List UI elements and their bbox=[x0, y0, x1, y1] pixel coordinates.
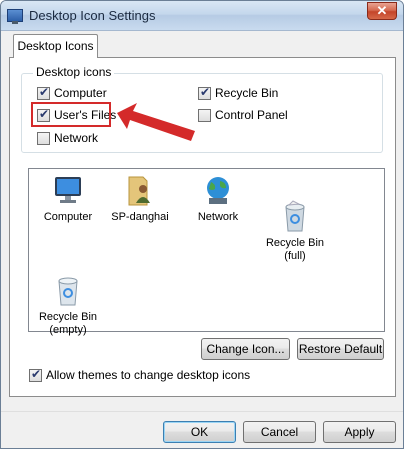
icon-label: Network bbox=[197, 211, 239, 223]
recycle-bin-empty-icon bbox=[51, 260, 85, 306]
dialog-window: Desktop Icon Settings ✕ Desktop Icons De… bbox=[0, 0, 404, 449]
computer-icon bbox=[51, 173, 85, 207]
checkbox-computer[interactable]: Computer bbox=[37, 85, 107, 101]
checkbox-box[interactable] bbox=[37, 131, 50, 145]
recycle-bin-full-icon bbox=[278, 186, 312, 232]
group-title: Desktop icons bbox=[33, 65, 115, 79]
icon-label: Recycle Bin (full) bbox=[265, 237, 325, 262]
checkbox-label: Control Panel bbox=[215, 108, 288, 122]
window-title: Desktop Icon Settings bbox=[29, 8, 156, 23]
footer-divider bbox=[1, 411, 403, 412]
apply-button[interactable]: Apply bbox=[323, 421, 396, 443]
ok-button[interactable]: OK bbox=[163, 421, 236, 443]
cancel-button[interactable]: Cancel bbox=[243, 421, 316, 443]
checkbox-allow-themes[interactable]: Allow themes to change desktop icons bbox=[29, 367, 250, 383]
network-globe-icon bbox=[201, 173, 235, 207]
list-item-recycle-bin-full[interactable]: Recycle Bin (full) bbox=[255, 173, 335, 276]
checkbox-label: Computer bbox=[54, 86, 107, 100]
icon-label: Computer bbox=[43, 211, 93, 223]
icon-label: SP-danghai bbox=[111, 211, 169, 223]
title-bar[interactable]: Desktop Icon Settings ✕ bbox=[1, 1, 403, 31]
list-item-network[interactable]: Network bbox=[178, 173, 258, 224]
checkbox-box[interactable] bbox=[198, 85, 211, 100]
checkbox-control-panel[interactable]: Control Panel bbox=[198, 107, 288, 123]
checkbox-box[interactable] bbox=[37, 85, 50, 100]
annotation-arrow-icon bbox=[117, 103, 195, 141]
user-folder-icon bbox=[123, 173, 157, 207]
restore-default-button[interactable]: Restore Default bbox=[297, 338, 384, 360]
close-button[interactable]: ✕ bbox=[367, 2, 397, 20]
checkbox-network[interactable]: Network bbox=[37, 130, 98, 146]
tab-desktop-icons[interactable]: Desktop Icons bbox=[13, 34, 98, 58]
checkbox-label: Recycle Bin bbox=[215, 86, 279, 100]
checkbox-box[interactable] bbox=[29, 367, 42, 382]
checkbox-label: Network bbox=[54, 131, 99, 145]
checkbox-recycle-bin[interactable]: Recycle Bin bbox=[198, 85, 278, 101]
list-item-user-folder[interactable]: SP-danghai bbox=[100, 173, 180, 224]
icon-label: Recycle Bin (empty) bbox=[38, 311, 98, 336]
change-icon-button[interactable]: Change Icon... bbox=[201, 338, 290, 360]
annotation-highlight-box bbox=[31, 102, 111, 127]
list-item-recycle-bin-empty[interactable]: Recycle Bin (empty) bbox=[28, 247, 108, 350]
checkbox-label: Allow themes to change desktop icons bbox=[46, 368, 251, 382]
monitor-icon bbox=[7, 9, 23, 24]
list-item-computer[interactable]: Computer bbox=[28, 173, 108, 224]
icon-preview-list[interactable]: Computer SP-danghai Network Recycle Bin … bbox=[28, 168, 385, 336]
